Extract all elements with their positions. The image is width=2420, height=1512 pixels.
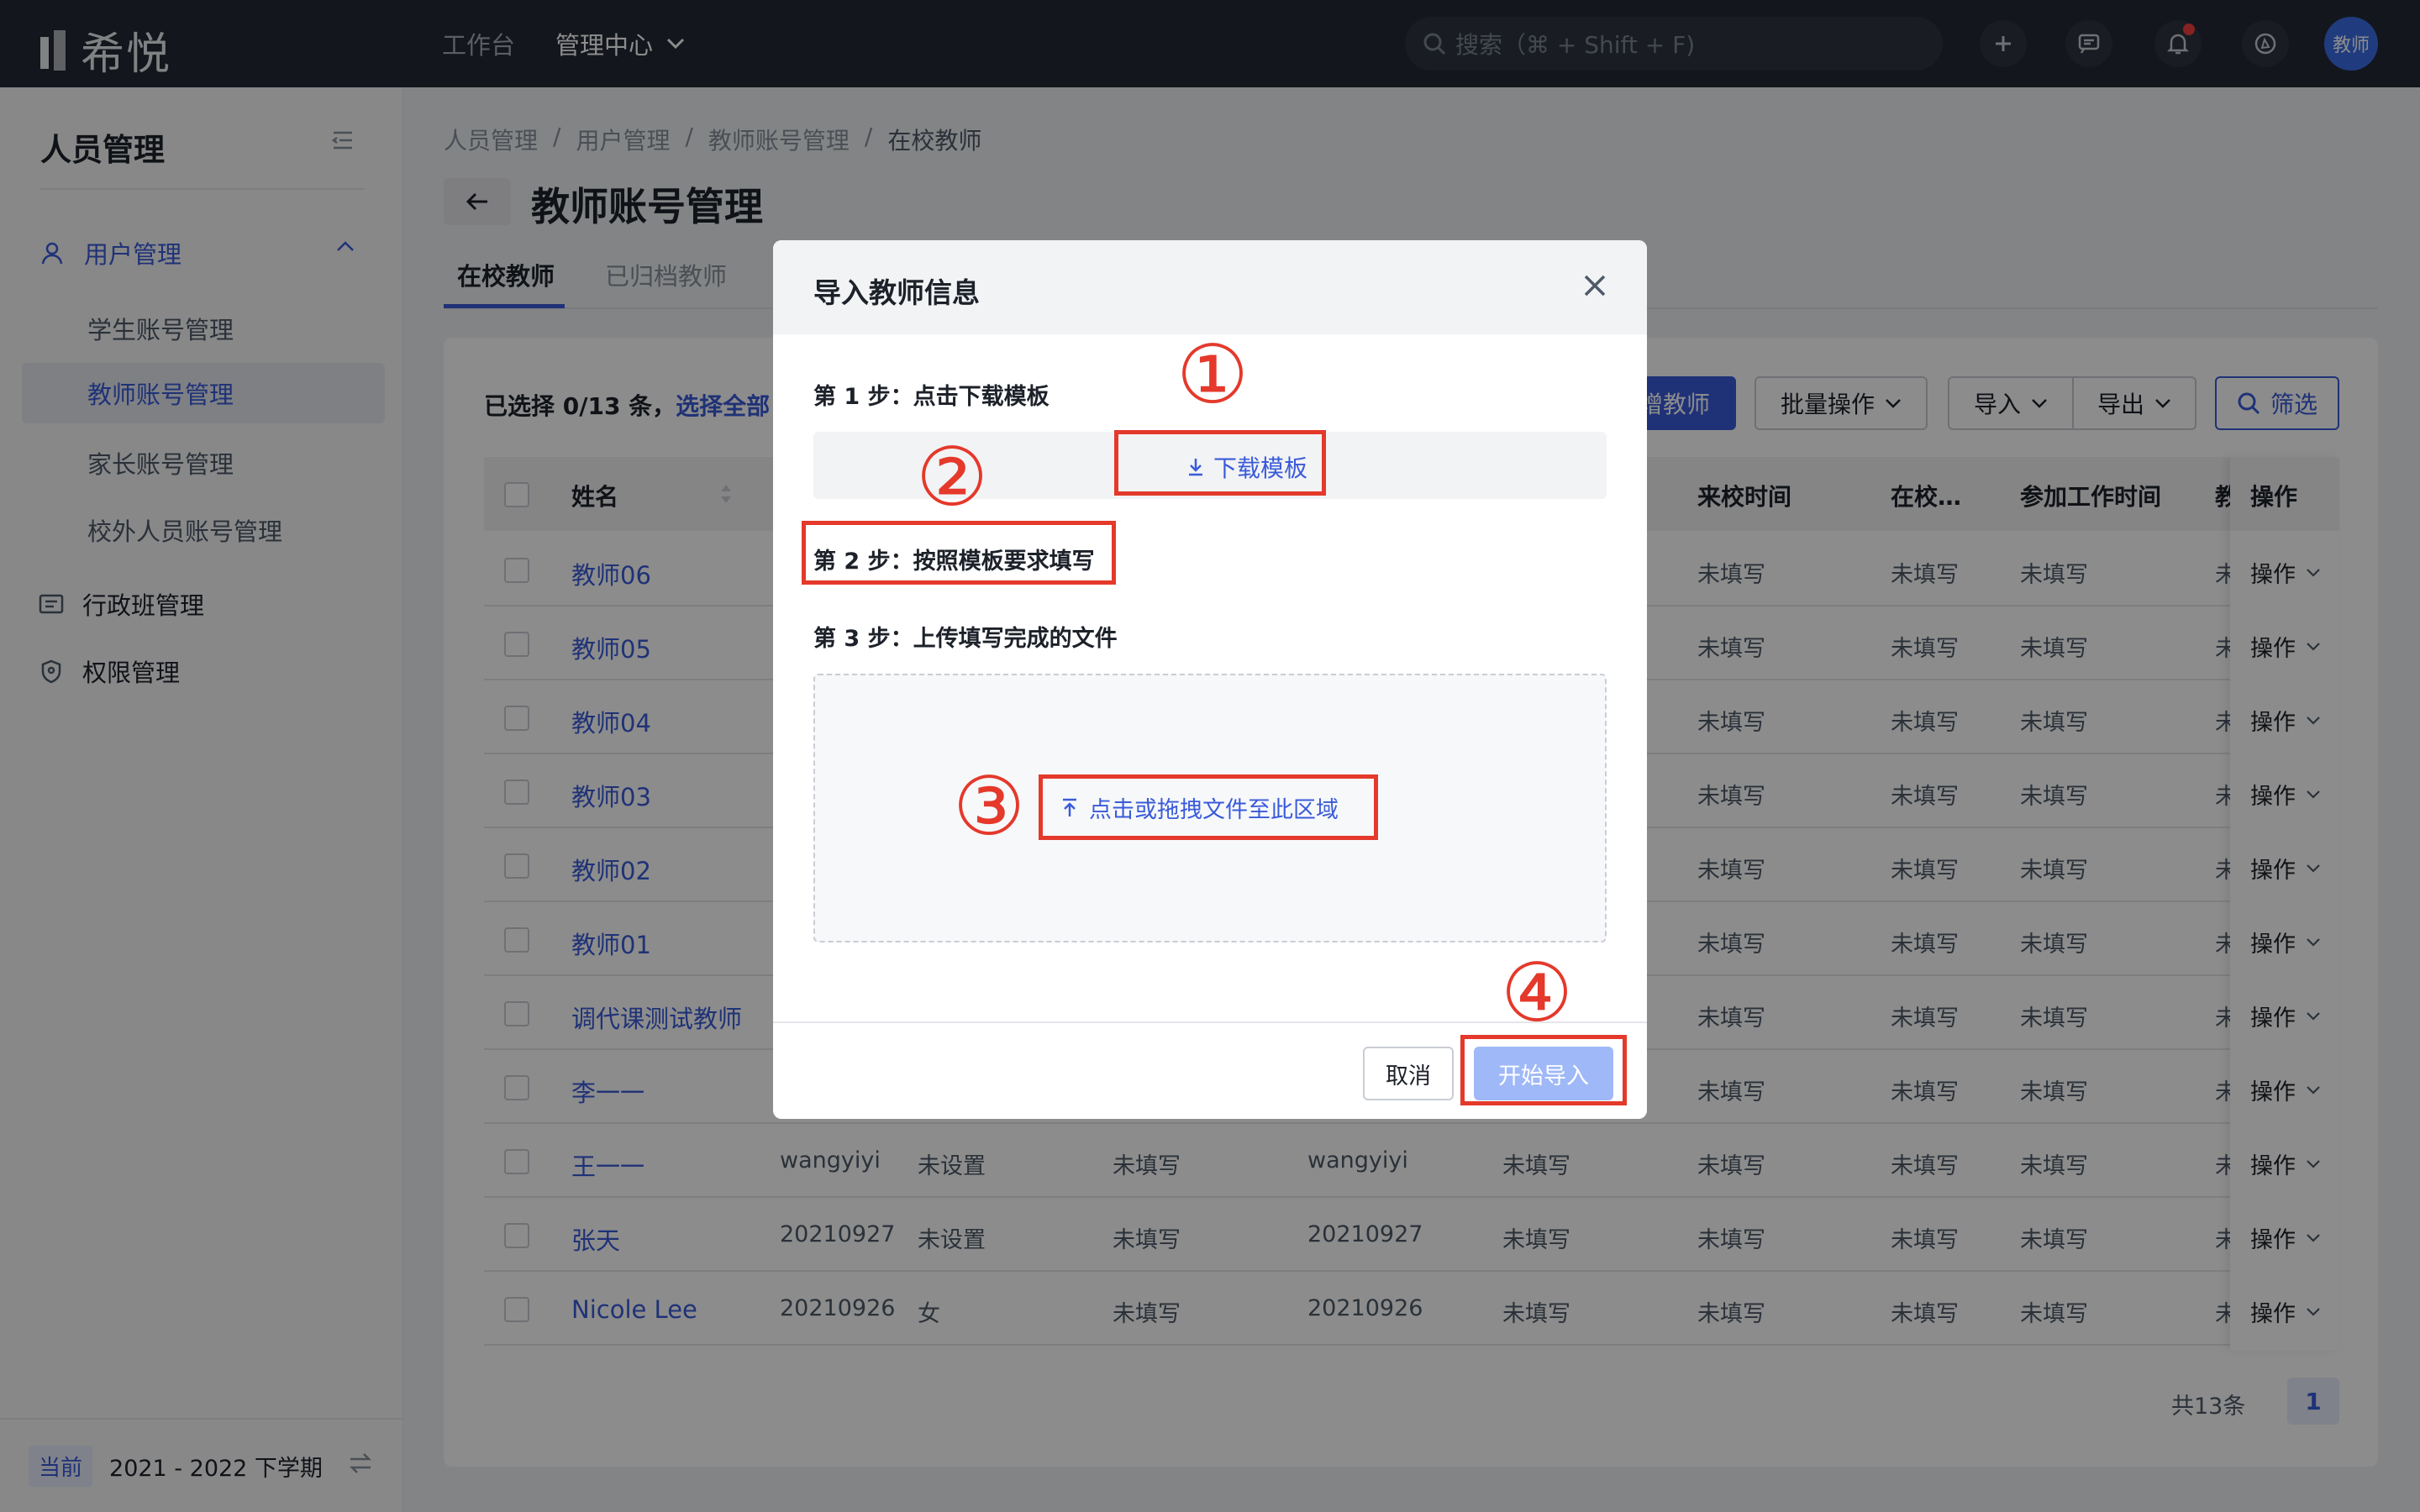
annotation-number-2: ②: [916, 430, 989, 524]
cancel-button[interactable]: 取消: [1363, 1047, 1454, 1100]
annotation-box-upload: [1039, 774, 1378, 840]
dialog-title: 导入教师信息: [813, 276, 980, 309]
close-icon[interactable]: [1581, 272, 1608, 299]
annotation-box-start: [1460, 1035, 1627, 1105]
annotation-number-4: ④: [1501, 946, 1574, 1040]
annotation-box-step2: [802, 521, 1116, 585]
dialog-header: 导入教师信息: [773, 240, 1647, 334]
annotation-number-3: ③: [953, 759, 1026, 853]
step-3-label: 第 3 步：上传填写完成的文件: [813, 626, 1118, 652]
annotation-box-download: [1114, 430, 1326, 496]
step-1-label: 第 1 步：点击下载模板: [813, 384, 1050, 410]
annotation-number-1: ①: [1176, 328, 1249, 422]
